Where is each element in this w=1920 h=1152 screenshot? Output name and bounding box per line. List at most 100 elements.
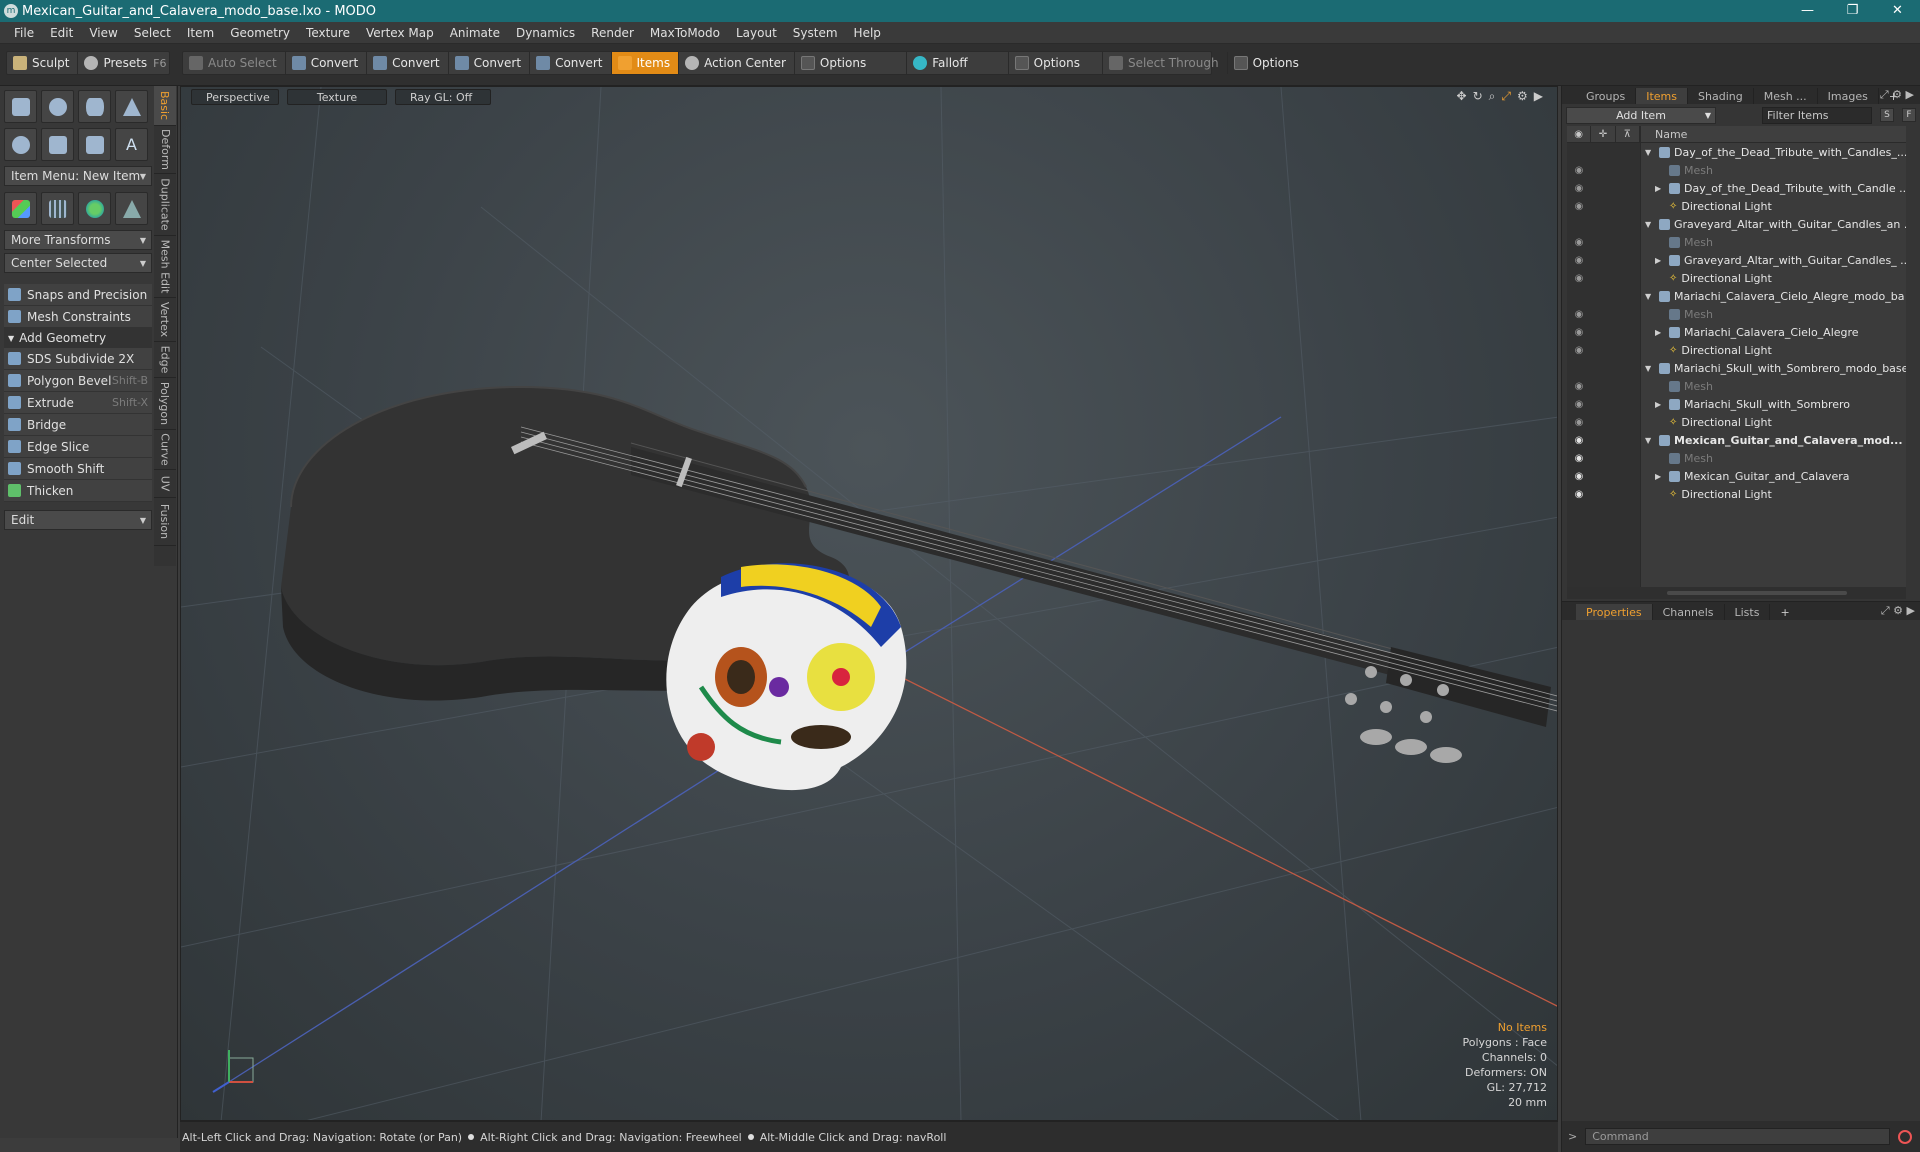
lock-column-icon[interactable]: ✛: [1591, 125, 1616, 143]
tree-row[interactable]: ◉ Mesh: [1567, 233, 1906, 251]
sphere-button[interactable]: [41, 90, 74, 123]
collapse-arrow-icon[interactable]: ▼: [1645, 364, 1651, 373]
tree-row[interactable]: ◉ ✧ Directional Light: [1567, 413, 1906, 431]
snaps-precision-button[interactable]: Snaps and Precision: [4, 284, 152, 306]
tool-smooth-shift[interactable]: Smooth Shift: [4, 458, 152, 480]
vtab-fusion[interactable]: Fusion: [154, 498, 176, 546]
tree-row[interactable]: ◉ ▶ Mexican_Guitar_and_Calavera: [1567, 467, 1906, 485]
viewport-menu-arrow-icon[interactable]: ▶: [1534, 89, 1543, 104]
tree-row[interactable]: ▼ Day_of_the_Dead_Tribute_with_Candles_..…: [1567, 143, 1906, 161]
tab-images[interactable]: Images: [1818, 88, 1879, 104]
center-selected-dropdown[interactable]: Center Selected: [4, 253, 152, 273]
expand-arrow-icon[interactable]: ▶: [1655, 400, 1661, 409]
tree-row[interactable]: ◉ ▶ Mariachi_Calavera_Cielo_Alegre: [1567, 323, 1906, 341]
tab-channels[interactable]: Channels: [1653, 604, 1725, 620]
vtab-deform[interactable]: Deform: [154, 126, 176, 174]
text-button[interactable]: A: [115, 128, 148, 161]
more-transforms-dropdown[interactable]: More Transforms: [4, 230, 152, 250]
rotate-icon[interactable]: ↻: [1473, 89, 1483, 104]
menu-system[interactable]: System: [785, 26, 846, 40]
action-center-button[interactable]: Action Center: [679, 52, 795, 74]
presets-button[interactable]: Presets F6: [78, 52, 174, 74]
menu-help[interactable]: Help: [846, 26, 889, 40]
item-menu-dropdown[interactable]: Item Menu: New Item: [4, 166, 152, 186]
zoom-icon[interactable]: ⌕: [1489, 89, 1496, 104]
visibility-eye-icon[interactable]: ◉: [1573, 309, 1585, 320]
menu-view[interactable]: View: [81, 26, 125, 40]
tab-lists[interactable]: Lists: [1725, 604, 1771, 620]
add-item-dropdown[interactable]: Add Item: [1566, 106, 1716, 124]
minimize-button[interactable]: —: [1785, 0, 1830, 22]
visibility-eye-icon[interactable]: ◉: [1573, 417, 1585, 428]
visibility-eye-icon[interactable]: ◉: [1573, 453, 1585, 464]
menu-file[interactable]: File: [6, 26, 42, 40]
capsule-button[interactable]: [41, 128, 74, 161]
tab-mesh[interactable]: Mesh ...: [1754, 88, 1818, 104]
select-through-button[interactable]: Select Through: [1103, 52, 1228, 74]
gear-icon[interactable]: ⚙: [1517, 89, 1528, 104]
tree-scrollbar[interactable]: [1567, 587, 1906, 599]
tree-row[interactable]: ◉ ✧ Directional Light: [1567, 341, 1906, 359]
visibility-eye-icon[interactable]: ◉: [1573, 489, 1585, 500]
select-through-options-button[interactable]: Options: [1228, 52, 1349, 74]
panel-menu-arrow-icon[interactable]: ▶: [1906, 88, 1914, 101]
visibility-eye-icon[interactable]: ◉: [1573, 237, 1585, 248]
auto-select-button[interactable]: Auto Select: [183, 52, 286, 74]
visibility-eye-icon[interactable]: ◉: [1573, 273, 1585, 284]
expand-arrow-icon[interactable]: ▶: [1655, 472, 1661, 481]
falloff-options-button[interactable]: Options: [1009, 52, 1103, 74]
tree-row[interactable]: ◉ ▶ Mariachi_Skull_with_Sombrero: [1567, 395, 1906, 413]
menu-edit[interactable]: Edit: [42, 26, 81, 40]
transform-button[interactable]: [4, 192, 37, 225]
f-button[interactable]: F: [1902, 108, 1916, 122]
sculpt-button[interactable]: Sculpt: [7, 52, 79, 74]
3d-viewport[interactable]: Perspective Texture Ray GL: Off ✥ ↻ ⌕ ⤢ …: [180, 86, 1558, 1121]
gear-icon[interactable]: ⚙: [1892, 88, 1902, 101]
visibility-eye-icon[interactable]: ◉: [1573, 435, 1585, 446]
convert-polygons-button[interactable]: Convert: [449, 52, 531, 74]
vtab-basic[interactable]: Basic: [154, 86, 176, 126]
menu-item[interactable]: Item: [179, 26, 222, 40]
record-macro-icon[interactable]: [1898, 1129, 1913, 1144]
visibility-eye-icon[interactable]: ◉: [1573, 471, 1585, 482]
tool-polygon-bevel[interactable]: Polygon Bevel Shift-B: [4, 370, 152, 392]
tree-row[interactable]: ◉ ▼ Mexican_Guitar_and_Calavera_mod...: [1567, 431, 1906, 449]
close-button[interactable]: ✕: [1875, 0, 1920, 22]
expand-icon[interactable]: ⤢: [1880, 88, 1889, 101]
tool-extrude[interactable]: Extrude Shift-X: [4, 392, 152, 414]
panel-menu-arrow-icon[interactable]: ▶: [1907, 604, 1915, 617]
tree-row[interactable]: ▼ Mariachi_Skull_with_Sombrero_modo_base …: [1567, 359, 1906, 377]
vtab-curve[interactable]: Curve: [154, 430, 176, 470]
tree-row[interactable]: ◉ ✧ Directional Light: [1567, 269, 1906, 287]
menu-render[interactable]: Render: [583, 26, 642, 40]
tab-groups[interactable]: Groups: [1576, 88, 1637, 104]
items-mode-button[interactable]: Items: [611, 52, 680, 74]
convert-vertices-button[interactable]: Convert: [286, 52, 368, 74]
menu-vertex-map[interactable]: Vertex Map: [358, 26, 442, 40]
menu-animate[interactable]: Animate: [442, 26, 508, 40]
tab-shading[interactable]: Shading: [1688, 88, 1754, 104]
tree-row[interactable]: ▼ Graveyard_Altar_with_Guitar_Candles_an …: [1567, 215, 1906, 233]
tree-row[interactable]: ◉ Mesh: [1567, 161, 1906, 179]
tree-row[interactable]: ◉ ▶ Day_of_the_Dead_Tribute_with_Candle ..…: [1567, 179, 1906, 197]
vtab-edge[interactable]: Edge: [154, 342, 176, 378]
visibility-eye-icon[interactable]: ◉: [1573, 201, 1585, 212]
vtab-mesh-edit[interactable]: Mesh Edit: [154, 236, 176, 298]
expand-arrow-icon[interactable]: ▶: [1655, 184, 1661, 193]
command-input[interactable]: Command: [1585, 1128, 1891, 1145]
menu-layout[interactable]: Layout: [728, 26, 785, 40]
torus-button[interactable]: [4, 128, 37, 161]
tool-edge-slice[interactable]: Edge Slice: [4, 436, 152, 458]
maximize-button[interactable]: ❐: [1830, 0, 1875, 22]
render-column-icon[interactable]: ⊼: [1616, 125, 1640, 143]
action-center-options-button[interactable]: Options: [795, 52, 908, 74]
visibility-column-icon[interactable]: ◉: [1567, 125, 1592, 143]
convert-edges-button[interactable]: Convert: [367, 52, 449, 74]
add-geometry-header[interactable]: ▼ Add Geometry: [4, 328, 152, 348]
vtab-vertex[interactable]: Vertex: [154, 298, 176, 342]
raygl-toggle[interactable]: Ray GL: Off: [395, 89, 491, 105]
tool-thicken[interactable]: Thicken: [4, 480, 152, 502]
cylinder-button[interactable]: [78, 90, 111, 123]
visibility-eye-icon[interactable]: ◉: [1573, 399, 1585, 410]
s-button[interactable]: S: [1880, 108, 1894, 122]
